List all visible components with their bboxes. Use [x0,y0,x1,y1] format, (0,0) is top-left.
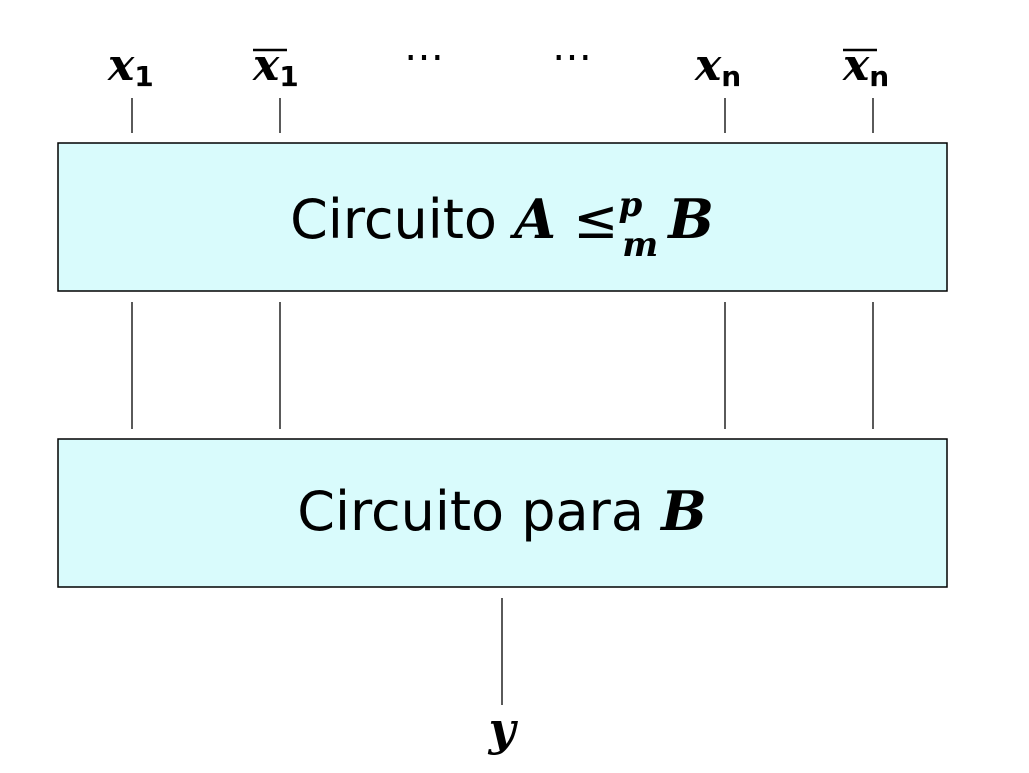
input-label-x1-bar: x1 [252,40,299,93]
svg-text:x1: x1 [252,40,299,93]
input-label-xn: xn [694,40,741,93]
circuit-b-label: Circuito para B [297,479,707,543]
svg-text:xn: xn [694,40,741,93]
input-ellipsis-1: ⋯ [404,34,444,80]
svg-text:xn: xn [842,40,889,93]
input-label-x1: x1 [107,40,154,93]
output-label-y: y [488,702,519,756]
svg-text:x1: x1 [107,40,154,93]
reduction-circuit-diagram: x1 x1 ⋯ ⋯ xn xn Circuito A ≤p m B Circuito… [57,34,948,756]
input-ellipsis-2: ⋯ [552,34,592,80]
input-label-xn-bar: xn [842,40,889,93]
